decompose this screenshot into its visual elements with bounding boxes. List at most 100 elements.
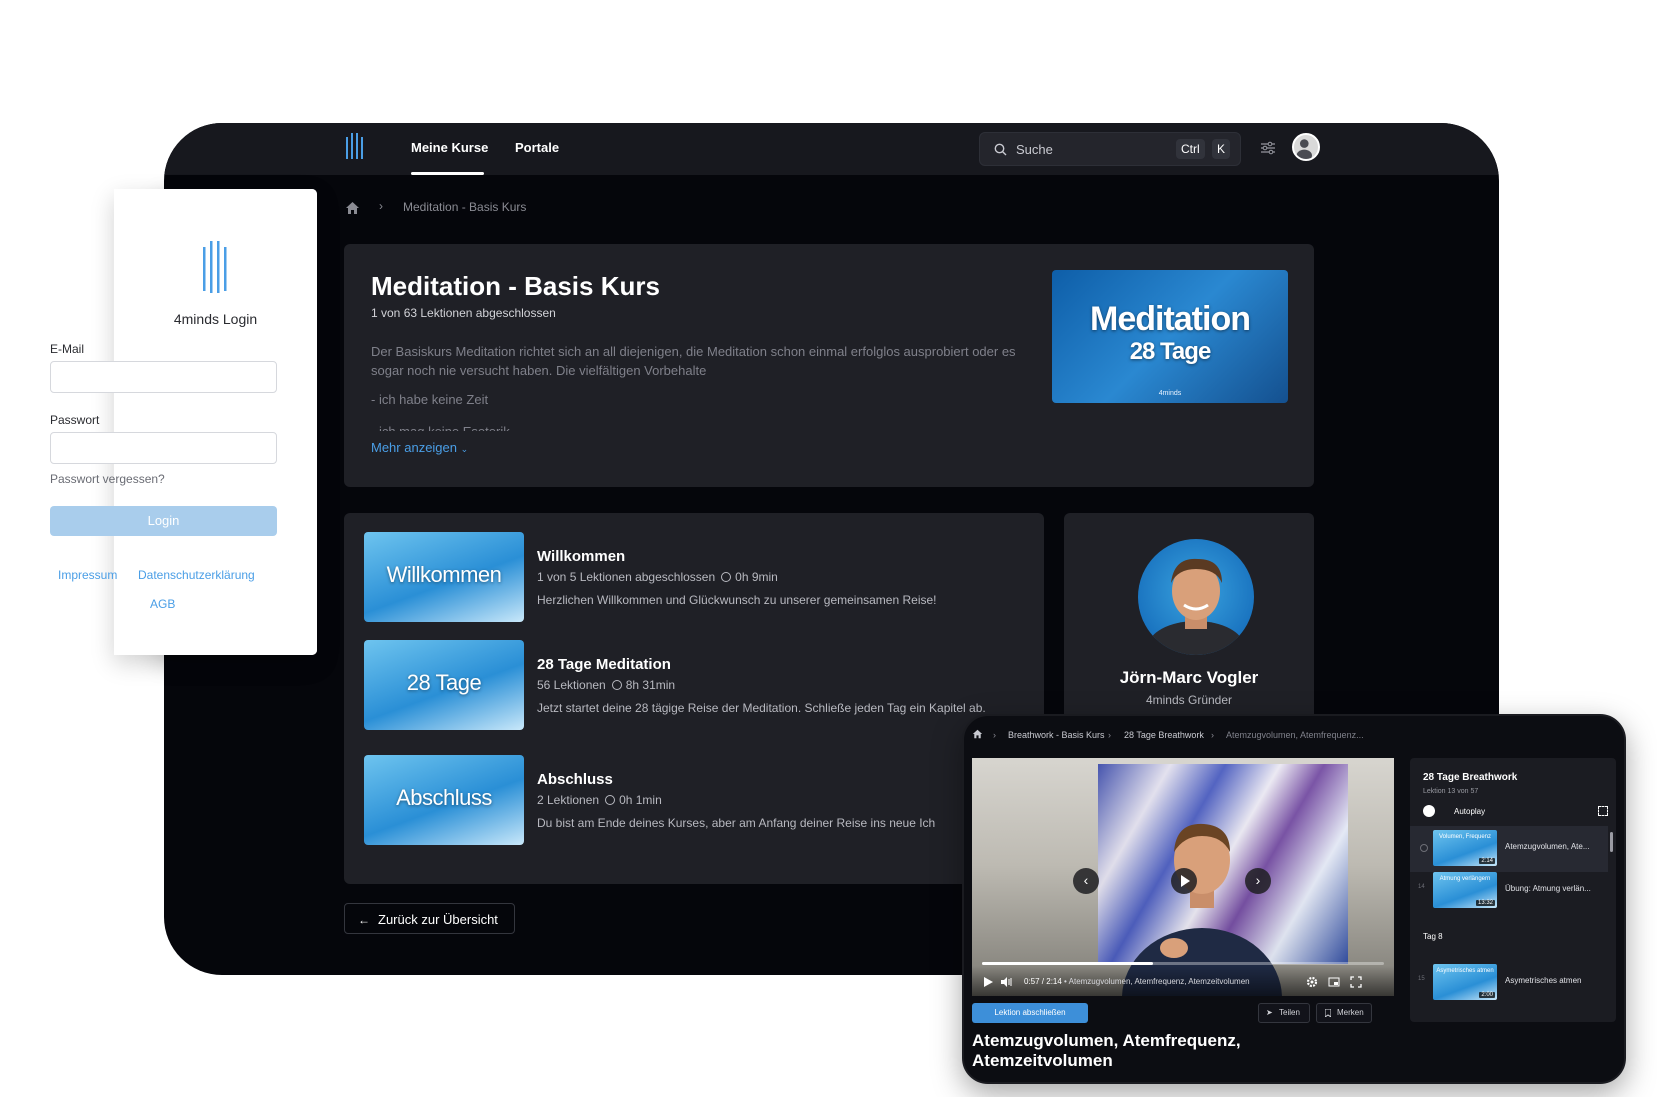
playlist-number: 14 (1418, 884, 1425, 890)
course-header-card: Meditation - Basis Kurs 1 von 63 Lektion… (344, 244, 1314, 487)
home-icon[interactable] (972, 729, 983, 739)
playlist-title: 28 Tage Breathwork (1423, 772, 1518, 783)
person-portrait-icon (1148, 558, 1244, 655)
search-icon (994, 143, 1007, 156)
chapter-item[interactable]: Abschluss Abschluss 2 Lektionen 0h 1min D… (364, 755, 1044, 847)
email-label: E-Mail (50, 342, 85, 356)
breadcrumb-course[interactable]: Breathwork - Basis Kurs (1008, 730, 1105, 740)
back-button-label: Zurück zur Übersicht (378, 912, 498, 927)
settings-sliders-icon[interactable] (1260, 141, 1276, 155)
video-controls: 0:57 / 2:14 • Atemzugvolumen, Atemfreque… (972, 966, 1394, 996)
agb-link[interactable]: AGB (150, 597, 175, 611)
chapter-meta: 2 Lektionen 0h 1min (537, 793, 662, 807)
forgot-password-link[interactable]: Passwort vergessen? (50, 472, 165, 486)
chevron-right-icon: › (1211, 730, 1214, 740)
shortcut-key-k: K (1212, 139, 1231, 159)
lesson-playlist: 28 Tage Breathwork Lektion 13 von 57 Aut… (1410, 758, 1616, 1022)
chapter-item[interactable]: 28 Tage 28 Tage Meditation 56 Lektionen 8… (364, 640, 1044, 732)
chevron-right-icon: › (379, 199, 383, 213)
nav-portals[interactable]: Portale (515, 140, 559, 155)
nav-my-courses[interactable]: Meine Kurse (411, 140, 488, 155)
video-chapter-label: • Atemzugvolumen, Atemfrequenz, Atemzeit… (1064, 977, 1250, 986)
autoplay-toggle[interactable] (1423, 805, 1435, 817)
chapter-thumbnail-label: Willkommen (386, 562, 502, 587)
chevron-down-icon: ⌄ (460, 444, 469, 454)
chapter-thumbnail: Abschluss (364, 755, 524, 845)
playlist-day-header: Tag 8 (1423, 932, 1443, 941)
back-to-overview-button[interactable]: ← Zurück zur Übersicht (344, 903, 515, 934)
play-icon[interactable] (982, 976, 994, 988)
playlist-subtitle: Lektion 13 von 57 (1423, 788, 1479, 795)
playlist-thumbnail: Volumen, Frequenz 2:14 (1433, 830, 1497, 866)
chapter-lesson-count: 1 von 5 Lektionen abgeschlossen (537, 570, 716, 584)
chapter-duration: 0h 9min (735, 570, 778, 584)
bookmark-icon (1325, 1009, 1331, 1017)
impressum-link[interactable]: Impressum (58, 568, 117, 582)
gear-icon[interactable] (1306, 976, 1318, 988)
4minds-logo-icon[interactable] (344, 131, 368, 163)
playlist-duration: 2:00 (1479, 992, 1495, 998)
chapter-description: Herzlichen Willkommen und Glückwunsch zu… (537, 593, 937, 607)
arrow-left-icon: ← (358, 913, 370, 927)
show-more-label: Mehr anzeigen (371, 440, 457, 455)
complete-lesson-button[interactable]: Lektion abschließen (972, 1003, 1088, 1023)
chapter-lesson-count: 2 Lektionen (537, 793, 600, 807)
password-label: Passwort (50, 413, 100, 427)
video-progress-fill (982, 962, 1153, 965)
thumbnail-title: Meditation (1090, 300, 1251, 338)
search-input[interactable]: Suche Ctrl K (979, 132, 1241, 166)
chevron-right-icon[interactable]: › (1245, 868, 1271, 894)
playlist-thumbnail-label: Atmung verlängern (1439, 876, 1491, 882)
privacy-link[interactable]: Datenschutzerklärung (138, 568, 255, 582)
playlist-scrollbar[interactable] (1610, 832, 1613, 852)
chapter-meta: 56 Lektionen 8h 31min (537, 678, 675, 692)
mockup-stage: Meine Kurse Portale Suche Ctrl K › Medit… (0, 0, 1657, 1097)
login-button[interactable]: Login (50, 506, 277, 536)
top-navigation: Meine Kurse Portale Suche Ctrl K (164, 123, 1499, 175)
shortcut-key-ctrl: Ctrl (1176, 139, 1205, 159)
video-progress-bar[interactable] (982, 962, 1384, 965)
chapter-thumbnail: 28 Tage (364, 640, 524, 730)
login-card: 4minds Login (114, 189, 317, 655)
chapter-list: Willkommen Willkommen 1 von 5 Lektionen … (344, 513, 1044, 884)
video-player[interactable]: ‹ › 0:57 / 2:14 • Atemzugvolumen, Atemfr… (972, 758, 1394, 996)
show-more-link[interactable]: Mehr anzeigen ⌄ (371, 440, 468, 455)
play-button[interactable] (1171, 868, 1197, 894)
chapter-description: Jetzt startet deine 28 tägige Reise der … (537, 701, 986, 715)
lesson-player-window: › Breathwork - Basis Kurs › 28 Tage Brea… (962, 714, 1626, 1084)
chevron-left-icon[interactable]: ‹ (1073, 868, 1099, 894)
playlist-item[interactable]: Volumen, Frequenz 2:14 Atemzugvolumen, At… (1410, 826, 1608, 872)
nav-active-indicator (411, 172, 484, 175)
expand-icon[interactable] (1598, 806, 1608, 816)
chapter-item[interactable]: Willkommen Willkommen 1 von 5 Lektionen … (364, 532, 1044, 624)
playlist-thumbnail: Asymetrisches atmen 2:00 (1433, 964, 1497, 1000)
playlist-item[interactable]: 14 Atmung verlängern 13:32 Übung: Atmung … (1410, 868, 1608, 914)
breadcrumb-chapter[interactable]: 28 Tage Breathwork (1124, 730, 1204, 740)
bookmark-label: Merken (1337, 1008, 1364, 1017)
playlist-item-label: Atemzugvolumen, Ate... (1505, 842, 1590, 851)
picture-in-picture-icon[interactable] (1328, 976, 1340, 988)
play-icon (1181, 875, 1190, 887)
course-bullet: - ich habe keine Zeit (371, 392, 489, 407)
clock-icon (611, 680, 622, 690)
password-field[interactable] (50, 432, 277, 464)
teacher-name: Jörn-Marc Vogler (1119, 668, 1259, 687)
user-avatar[interactable] (1292, 133, 1320, 161)
autoplay-label: Autoplay (1454, 807, 1486, 816)
bookmark-button[interactable]: Merken (1316, 1003, 1372, 1023)
playlist-item-label: Übung: Atmung verlän... (1505, 884, 1591, 893)
fullscreen-icon[interactable] (1350, 976, 1362, 988)
volume-icon[interactable] (1000, 976, 1012, 988)
playlist-item[interactable]: 15 Asymetrisches atmen 2:00 Asymetrisches… (1410, 960, 1608, 1006)
teacher-role: 4minds Gründer (1145, 693, 1233, 707)
share-button[interactable]: ➤ Teilen (1258, 1003, 1310, 1023)
lesson-title: Atemzugvolumen, Atemfrequenz, Atemzeitvo… (972, 1031, 1241, 1070)
chapter-thumbnail-label: 28 Tage (406, 670, 482, 695)
playlist-duration: 2:14 (1479, 858, 1495, 864)
breadcrumb-current[interactable]: Meditation - Basis Kurs (403, 200, 526, 214)
home-icon[interactable] (345, 201, 360, 215)
chapter-title: Willkommen (537, 548, 626, 565)
chapter-thumbnail: Willkommen (364, 532, 524, 622)
email-field[interactable] (50, 361, 277, 393)
breadcrumb-lesson: Atemzugvolumen, Atemfrequenz... (1226, 730, 1364, 740)
